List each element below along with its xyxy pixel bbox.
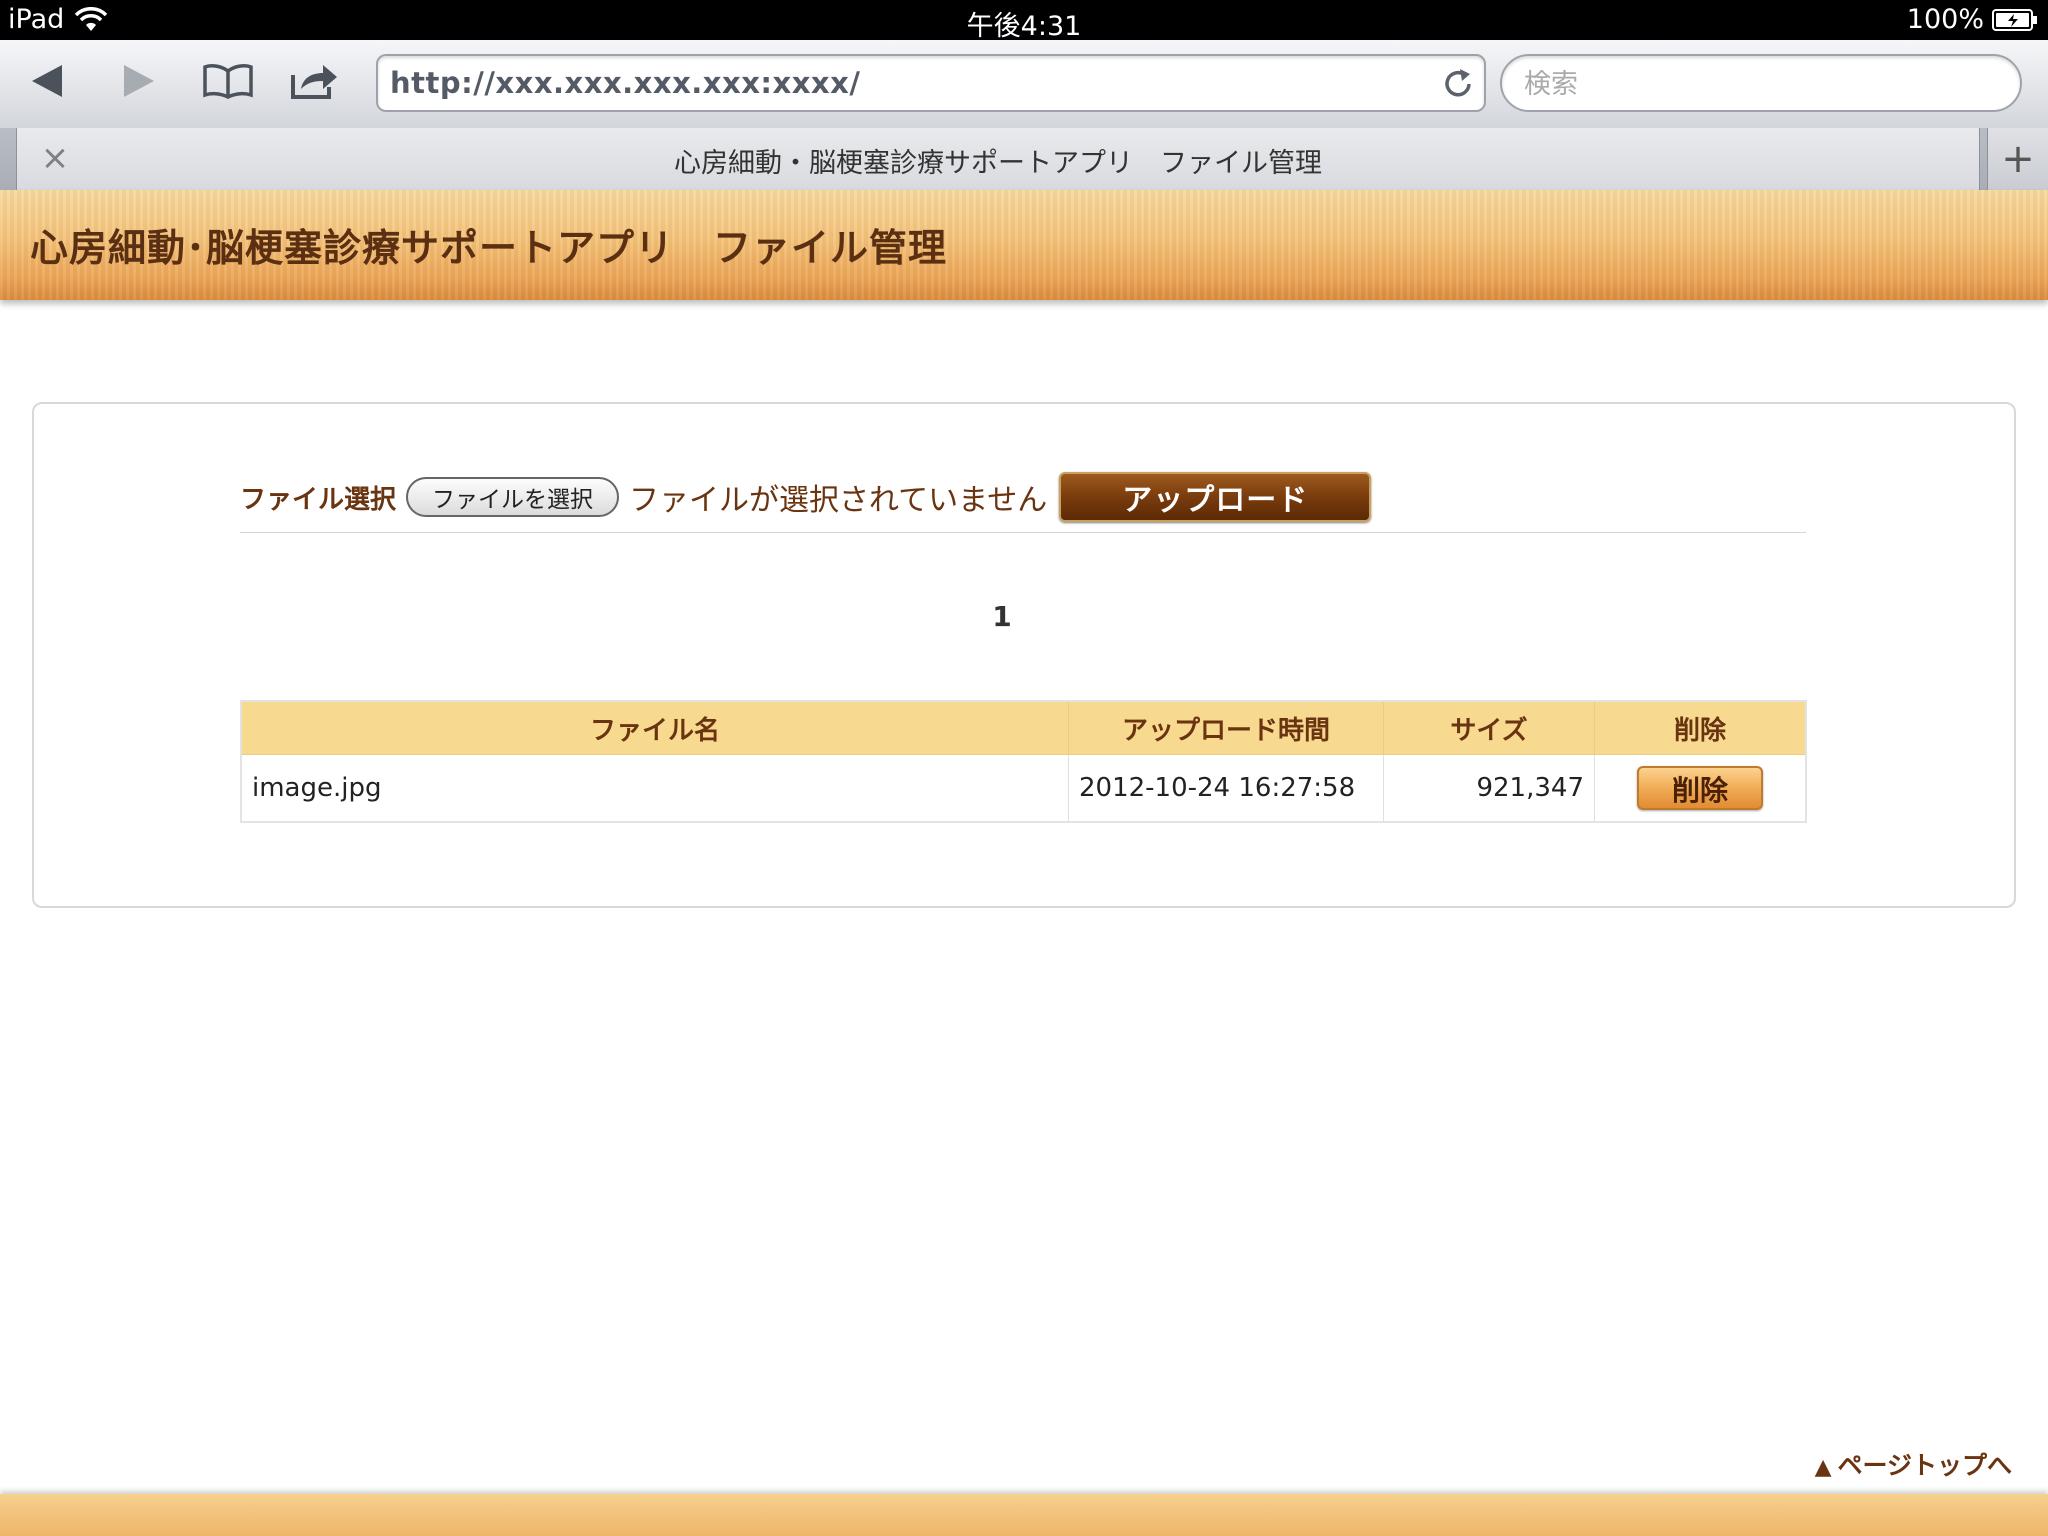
url-field[interactable]: http://xxx.xxx.xxx.xxx:xxxx/ bbox=[376, 54, 1486, 112]
reload-icon[interactable] bbox=[1440, 66, 1476, 102]
file-select-label: ファイル選択 bbox=[240, 484, 397, 515]
upload-form: ファイル選択 ファイルを選択 ファイルが選択されていません アップロード bbox=[240, 462, 1806, 533]
forward-arrow-icon bbox=[124, 65, 154, 97]
new-tab-button[interactable]: + bbox=[1987, 128, 2048, 190]
active-tab[interactable]: × 心房細動・脳梗塞診療サポートアプリ ファイル管理 bbox=[16, 128, 1980, 190]
tab-bar: × 心房細動・脳梗塞診療サポートアプリ ファイル管理 + bbox=[0, 128, 2048, 190]
header-size: サイズ bbox=[1383, 700, 1595, 755]
battery-percent: 100% bbox=[1906, 4, 1984, 35]
pagination: 1 bbox=[0, 600, 2004, 633]
back-arrow-icon bbox=[32, 65, 62, 97]
header-file-name: ファイル名 bbox=[240, 700, 1069, 755]
forward-button[interactable] bbox=[110, 56, 166, 106]
page-top-link[interactable]: ▲ ページトップへ bbox=[1815, 1446, 2012, 1482]
files-table: ファイル名 アップロード時間 サイズ 削除 image.jpg 2012-10-… bbox=[240, 700, 1807, 823]
status-bar: iPad 午後4:31 100% bbox=[0, 0, 2048, 42]
upload-button[interactable]: アップロード bbox=[1059, 472, 1372, 522]
search-field[interactable] bbox=[1500, 54, 2022, 112]
header-delete: 削除 bbox=[1594, 700, 1807, 755]
header-upload-time: アップロード時間 bbox=[1068, 700, 1384, 755]
page-top-label: ページトップへ bbox=[1837, 1451, 2012, 1480]
back-button[interactable] bbox=[20, 56, 76, 106]
upload-time-cell: 2012-10-24 16:27:58 bbox=[1068, 754, 1384, 823]
page-number[interactable]: 1 bbox=[992, 600, 1011, 633]
table-header-row: ファイル名 アップロード時間 サイズ 削除 bbox=[240, 700, 1807, 755]
search-input[interactable] bbox=[1522, 62, 2006, 106]
choose-file-button[interactable]: ファイルを選択 bbox=[406, 477, 620, 517]
battery-icon bbox=[1992, 8, 2037, 31]
status-time: 午後4:31 bbox=[966, 11, 1082, 42]
share-icon bbox=[291, 65, 337, 99]
no-file-selected-text: ファイルが選択されていません bbox=[629, 483, 1048, 518]
page-footer bbox=[0, 1494, 2048, 1536]
file-size-cell: 921,347 bbox=[1383, 754, 1595, 823]
page-title: 心房細動･脳梗塞診療サポートアプリ ファイル管理 bbox=[30, 226, 948, 270]
share-button[interactable] bbox=[286, 56, 342, 106]
bookmarks-button[interactable] bbox=[200, 56, 256, 106]
browser-toolbar: http://xxx.xxx.xxx.xxx:xxxx/ bbox=[0, 40, 2048, 129]
tab-title: 心房細動・脳梗塞診療サポートアプリ ファイル管理 bbox=[674, 148, 1322, 179]
triangle-up-icon: ▲ bbox=[1814, 1455, 1832, 1480]
file-name-cell: image.jpg bbox=[240, 754, 1069, 823]
table-row: image.jpg 2012-10-24 16:27:58 921,347 削除 bbox=[240, 754, 1807, 823]
delete-cell: 削除 bbox=[1594, 754, 1807, 823]
page-header: 心房細動･脳梗塞診療サポートアプリ ファイル管理 bbox=[0, 190, 2048, 300]
delete-button[interactable]: 削除 bbox=[1637, 766, 1763, 810]
url-text[interactable]: http://xxx.xxx.xxx.xxx:xxxx/ bbox=[390, 66, 860, 100]
book-icon bbox=[203, 64, 253, 99]
